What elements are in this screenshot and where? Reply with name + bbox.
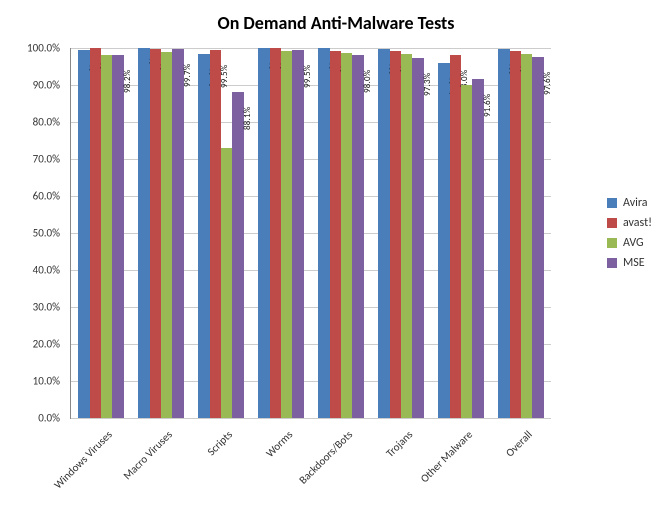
bar-value-label: 91.6% bbox=[482, 94, 493, 117]
plot-area: 99.4%99.9%98.1%98.2%100.0%99.7%98.8%99.7… bbox=[70, 48, 551, 419]
bar-avg-0 bbox=[101, 55, 112, 418]
x-category-label: Backdoors/Bots bbox=[297, 428, 356, 487]
grid-line bbox=[71, 418, 551, 419]
legend-item-avg: AVG bbox=[607, 236, 652, 250]
y-tick-label: 90.0% bbox=[4, 79, 60, 92]
y-tick-label: 20.0% bbox=[4, 338, 60, 351]
bar-avira-7 bbox=[498, 49, 509, 418]
y-tick-label: 100.0% bbox=[4, 42, 60, 55]
legend-label: avast! bbox=[623, 216, 652, 230]
legend-item-mse: MSE bbox=[607, 256, 652, 270]
legend-swatch bbox=[607, 218, 617, 228]
x-category-label: Scripts bbox=[205, 428, 235, 458]
bar-avast-2 bbox=[210, 50, 221, 418]
legend-swatch bbox=[607, 198, 617, 208]
bar-value-label: 99.7% bbox=[182, 64, 193, 87]
bar-avira-2 bbox=[198, 54, 209, 418]
bar-avast-3 bbox=[270, 48, 281, 418]
bar-value-label: 99.5% bbox=[219, 64, 230, 87]
bar-avira-4 bbox=[318, 48, 329, 418]
bar-avira-5 bbox=[378, 49, 389, 418]
bar-avast-6 bbox=[450, 55, 461, 418]
legend-item-avast: avast! bbox=[607, 216, 652, 230]
y-tick-label: 70.0% bbox=[4, 153, 60, 166]
bar-avg-2 bbox=[221, 148, 232, 418]
bar-value-label: 98.2% bbox=[122, 69, 133, 92]
bar-value-label: 97.3% bbox=[422, 73, 433, 96]
x-category-label: Trojans bbox=[383, 428, 415, 460]
bar-avg-4 bbox=[341, 53, 352, 418]
bar-mse-3 bbox=[292, 50, 303, 418]
bar-avg-6 bbox=[461, 85, 472, 418]
chart-container: On Demand Anti-Malware Tests 99.4%99.9%9… bbox=[0, 0, 672, 509]
bar-mse-7 bbox=[532, 57, 543, 418]
bar-mse-1 bbox=[172, 49, 183, 418]
y-tick-label: 0.0% bbox=[4, 412, 60, 425]
chart-title: On Demand Anti-Malware Tests bbox=[0, 12, 672, 34]
bar-mse-0 bbox=[112, 55, 123, 418]
y-tick-label: 60.0% bbox=[4, 190, 60, 203]
bar-avast-7 bbox=[510, 51, 521, 418]
x-category-label: Windows Viruses bbox=[52, 428, 115, 491]
bar-avast-5 bbox=[390, 51, 401, 418]
bar-avast-1 bbox=[150, 49, 161, 418]
x-category-label: Macro Viruses bbox=[121, 428, 175, 482]
bar-mse-5 bbox=[412, 58, 423, 418]
bar-avira-0 bbox=[78, 50, 89, 418]
legend-label: Avira bbox=[623, 196, 648, 210]
bar-avg-1 bbox=[161, 52, 172, 418]
bar-value-label: 99.5% bbox=[302, 64, 313, 87]
bar-avg-3 bbox=[281, 51, 292, 418]
y-tick-label: 10.0% bbox=[4, 375, 60, 388]
legend-swatch bbox=[607, 258, 617, 268]
legend-label: AVG bbox=[623, 236, 644, 250]
bar-avast-4 bbox=[330, 51, 341, 418]
y-tick-label: 50.0% bbox=[4, 227, 60, 240]
bar-mse-2 bbox=[232, 92, 243, 418]
bar-avira-3 bbox=[258, 48, 269, 418]
bar-mse-4 bbox=[352, 55, 363, 418]
bar-avg-7 bbox=[521, 54, 532, 418]
x-category-label: Other Malware bbox=[418, 428, 475, 485]
x-category-label: Worms bbox=[263, 428, 295, 460]
bar-value-label: 97.6% bbox=[542, 71, 553, 94]
bar-avira-1 bbox=[138, 48, 149, 418]
bar-avg-5 bbox=[401, 54, 412, 418]
y-tick-label: 40.0% bbox=[4, 264, 60, 277]
bar-avast-0 bbox=[90, 48, 101, 418]
x-category-label: Overall bbox=[504, 428, 535, 459]
legend-item-avira: Avira bbox=[607, 196, 652, 210]
legend-label: MSE bbox=[623, 256, 645, 270]
bar-avira-6 bbox=[438, 63, 449, 418]
legend-swatch bbox=[607, 238, 617, 248]
y-tick-label: 80.0% bbox=[4, 116, 60, 129]
y-tick-label: 30.0% bbox=[4, 301, 60, 314]
bar-value-label: 98.0% bbox=[362, 70, 373, 93]
bar-value-label: 88.1% bbox=[242, 107, 253, 130]
legend: Avira avast! AVG MSE bbox=[607, 190, 652, 276]
bar-mse-6 bbox=[472, 79, 483, 418]
